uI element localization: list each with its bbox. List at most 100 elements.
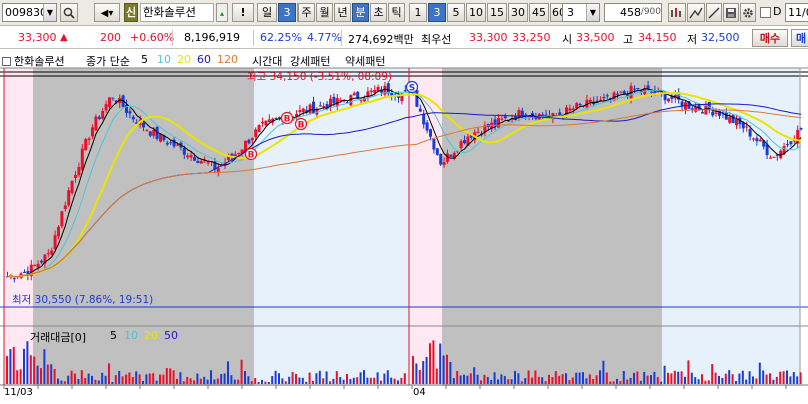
volume-bar [762, 370, 765, 384]
line-tool-icon[interactable] [706, 3, 722, 22]
interval-tab-3[interactable]: 3 [428, 3, 446, 22]
date-input[interactable]: 11/04 [785, 3, 808, 22]
candle-body [60, 211, 64, 227]
volume-bar [578, 372, 581, 384]
period-tab-3[interactable]: 분 [352, 3, 369, 22]
alert-button[interactable]: ! [232, 3, 254, 22]
period-day-button[interactable]: 일 [257, 3, 277, 22]
volume-legend-ma5: 5 [110, 329, 117, 342]
interval-tab-10[interactable]: 10 [466, 3, 486, 22]
interval-value-input[interactable]: 3 ▼ [562, 3, 600, 22]
candle-body [261, 121, 264, 124]
interval-tab-5[interactable]: 5 [447, 3, 465, 22]
candle-body [67, 190, 71, 206]
volume-bar [87, 373, 90, 384]
interval-tab-15[interactable]: 15 [487, 3, 507, 22]
interval-tab-1[interactable]: 1 [409, 3, 427, 22]
volume-bar [43, 349, 46, 384]
volume-bar [476, 374, 479, 384]
volume-bar [724, 373, 727, 384]
volume-bar [429, 343, 431, 384]
stock-name-field[interactable]: 한화솔루션 [140, 3, 214, 22]
buy-signal-1-label: B [248, 151, 255, 161]
candle-body [298, 110, 302, 113]
period-num-button[interactable]: 3 [278, 3, 296, 22]
count-input[interactable]: 458 /900 [604, 3, 662, 22]
chart-area[interactable]: BBBS 한화솔루션 종가 단순 5 10 20 60 120 시간대 강세패턴… [0, 50, 808, 404]
interval-tab-30[interactable]: 30 [508, 3, 528, 22]
candle-body [332, 96, 336, 104]
gear-icon[interactable] [740, 3, 756, 22]
candle-body [312, 101, 315, 114]
candle-body [318, 105, 322, 107]
volume-bar [418, 369, 421, 384]
interval-tab-45[interactable]: 45 [529, 3, 549, 22]
period-tab-5[interactable]: 틱 [388, 3, 405, 22]
volume-ratio: 62.25% [260, 31, 302, 44]
speaker-button[interactable]: ◀▾ [94, 3, 120, 22]
candle-body [755, 138, 759, 142]
chart-settings-icon[interactable] [668, 3, 686, 22]
volume-bar [690, 372, 693, 384]
candle-body [159, 134, 162, 142]
period-tab-2[interactable]: 년 [334, 3, 351, 22]
new-stock-badge: 신 [124, 3, 138, 22]
volume-bar [446, 354, 448, 384]
volume-bar [298, 377, 301, 384]
volume-bar [565, 373, 567, 384]
candle-body [101, 111, 105, 119]
drawing-tool-icon[interactable] [687, 3, 705, 22]
volume-bar [520, 381, 523, 384]
volume-bar [612, 381, 615, 384]
turnover-ratio: 4.77% [307, 31, 342, 44]
sell-button[interactable]: 매 [791, 29, 808, 47]
volume-bar [301, 377, 304, 384]
volume-bar [104, 375, 107, 384]
volume-bar [687, 360, 690, 384]
volume-bar [94, 379, 97, 384]
volume-bar [114, 375, 117, 384]
buy-button[interactable]: 매수 [752, 29, 788, 47]
volume-bar [769, 373, 771, 384]
price-chart[interactable]: BBBS [0, 50, 808, 404]
volume-bar [295, 373, 297, 384]
candle-body [63, 205, 67, 210]
stock-code-dropdown-icon[interactable]: ▼ [43, 4, 56, 21]
volume-bar [199, 378, 202, 384]
candle-body [142, 122, 145, 128]
stock-name-value: 한화솔루션 [143, 5, 196, 19]
volume-bar [701, 374, 703, 384]
volume-bar [568, 380, 571, 384]
interval-dropdown-icon[interactable]: ▼ [586, 4, 599, 21]
candle-body [264, 120, 268, 126]
candle-body [182, 147, 186, 155]
volume-bar [138, 374, 141, 384]
up-arrow-icon: ▲ [60, 32, 68, 43]
stock-code-input[interactable]: 009830 ▼ [2, 3, 57, 22]
best-quote-label: 최우선 [421, 33, 452, 46]
volume-bar [108, 363, 110, 384]
period-tab-1[interactable]: 월 [316, 3, 333, 22]
candle-body [36, 263, 40, 268]
volume-bar [524, 378, 527, 384]
related-stock-icon[interactable]: ▴ [216, 3, 228, 22]
period-tab-0[interactable]: 주 [298, 3, 315, 22]
volume-bar [741, 370, 744, 384]
volume-bar [636, 371, 639, 384]
search-button[interactable] [60, 3, 78, 22]
candle-body [459, 141, 463, 149]
volume-bar [758, 362, 761, 384]
candle-body [148, 131, 152, 136]
candle-body [369, 90, 373, 93]
volume-bar [609, 381, 612, 384]
legend-grid-icon[interactable] [2, 57, 11, 66]
volume-bar [339, 377, 342, 384]
d-checkbox[interactable] [760, 7, 771, 18]
volume-bar [561, 374, 564, 384]
period-tab-4[interactable]: 초 [370, 3, 387, 22]
candle-body [633, 88, 636, 90]
volume-bar [237, 379, 240, 384]
save-icon[interactable] [723, 3, 739, 22]
candle-body [233, 154, 237, 157]
volume-bar [101, 372, 104, 384]
